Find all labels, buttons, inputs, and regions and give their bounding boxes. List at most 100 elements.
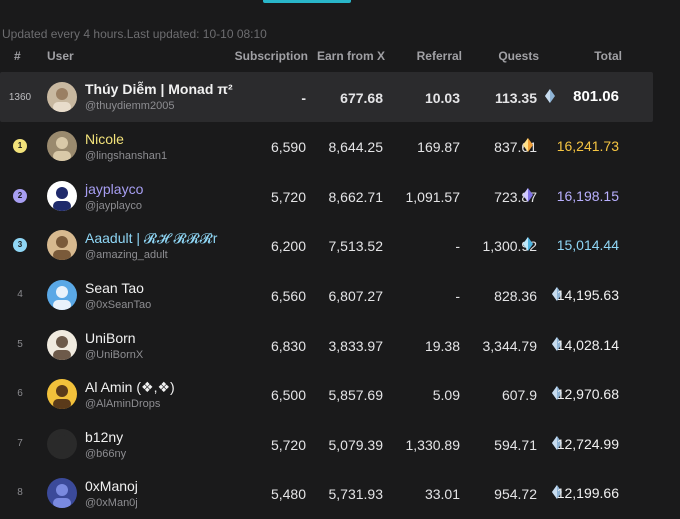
earn-value: 5,731.93	[328, 486, 384, 502]
col-total[interactable]: Total	[594, 49, 622, 63]
subscription-value: 6,830	[270, 338, 306, 354]
referral-value: 10.03	[424, 90, 460, 106]
earn-value: 5,079.39	[328, 437, 384, 453]
update-note: Updated every 4 hours.Last updated: 10-1…	[2, 27, 267, 41]
referral-value: -	[455, 238, 460, 254]
col-subscription[interactable]: Subscription	[235, 49, 308, 63]
total-value: 16,198.15	[556, 188, 619, 204]
total-value: 801.06	[573, 88, 619, 105]
earn-value: 3,833.97	[328, 338, 384, 354]
total-value: 14,195.63	[556, 287, 619, 303]
user-handle: @UniBornX	[85, 349, 144, 361]
earn-value: 6,807.27	[328, 288, 384, 304]
total-value: 12,724.99	[556, 436, 619, 452]
referral-value: 33.01	[424, 486, 460, 502]
user-name[interactable]: Nicole	[85, 131, 124, 147]
referral-value: -	[455, 288, 460, 304]
quests-value: 3,344.79	[482, 338, 538, 354]
table-row[interactable]: 2 jayplayco @jayplayco 5,720 8,662.71 1,…	[0, 172, 653, 222]
col-rank: #	[14, 49, 21, 63]
subscription-value: 6,200	[270, 238, 306, 254]
user-handle: @AlAminDrops	[85, 398, 161, 410]
earn-value: 7,513.52	[328, 238, 384, 254]
total-value: 12,970.68	[556, 386, 619, 402]
user-name[interactable]: Thúy Diễm | Monad π²	[85, 81, 233, 97]
avatar[interactable]	[47, 131, 77, 161]
user-handle: @jayplayco	[85, 200, 143, 212]
avatar[interactable]	[47, 478, 77, 508]
user-handle: @b66ny	[85, 448, 127, 460]
table-row[interactable]: 6 Al Amin (❖,❖) @AlAminDrops 6,500 5,857…	[0, 370, 653, 420]
col-quests[interactable]: Quests	[498, 49, 539, 63]
subscription-value: 6,560	[270, 288, 306, 304]
total-value: 16,241.73	[556, 138, 619, 154]
user-handle: @lingshanshan1	[85, 150, 168, 162]
user-handle: @0xSeanTao	[85, 299, 152, 311]
user-name[interactable]: Sean Tao	[85, 280, 144, 296]
quests-value: 954.72	[494, 486, 537, 502]
current-user-row[interactable]: 1360 Thúy Diễm | Monad π² @thuydiemm2005…	[0, 72, 653, 122]
quests-value: 113.35	[494, 90, 537, 106]
total-value: 12,199.66	[556, 485, 619, 501]
diamond-icon	[545, 89, 555, 103]
rank-label: 1360	[8, 92, 32, 103]
rank-label: 5	[17, 339, 23, 350]
earn-value: 8,644.25	[328, 139, 384, 155]
table-row[interactable]: 4 Sean Tao @0xSeanTao 6,560 6,807.27 - 8…	[0, 271, 653, 321]
subscription-value: 5,720	[270, 189, 306, 205]
quests-value: 828.36	[494, 288, 537, 304]
rank-badge: 2	[13, 189, 27, 203]
referral-value: 19.38	[424, 338, 460, 354]
user-name[interactable]: Aaadult | 𝓡𝓗 𝓡𝓡𝓡r	[85, 230, 217, 247]
table-row[interactable]: 3 Aaadult | 𝓡𝓗 𝓡𝓡𝓡r @amazing_adult 6,200…	[0, 221, 653, 271]
rank-label: 7	[17, 438, 23, 449]
diamond-icon	[523, 188, 533, 202]
subscription-value: 5,720	[270, 437, 306, 453]
rank-label: 8	[17, 487, 23, 498]
total-value: 14,028.14	[556, 337, 619, 353]
table-row[interactable]: 8 0xManoj @0xMan0j 5,480 5,731.93 33.01 …	[0, 469, 653, 519]
diamond-icon	[523, 138, 533, 152]
active-tab-indicator	[263, 0, 351, 3]
avatar[interactable]	[47, 330, 77, 360]
col-user: User	[47, 49, 74, 63]
avatar[interactable]	[47, 181, 77, 211]
user-name[interactable]: Al Amin (❖,❖)	[85, 379, 175, 396]
table-row[interactable]: 1 Nicole @lingshanshan1 6,590 8,644.25 1…	[0, 122, 653, 172]
table-header: # User Subscription Earn from X Referral…	[0, 49, 655, 67]
subscription-value: 6,500	[270, 387, 306, 403]
diamond-icon	[523, 237, 533, 251]
user-handle: @0xMan0j	[85, 497, 138, 509]
subscription-value: -	[301, 90, 306, 106]
subscription-value: 5,480	[270, 486, 306, 502]
avatar[interactable]	[47, 429, 77, 459]
user-name[interactable]: b12ny	[85, 429, 123, 445]
rank-label: 6	[17, 388, 23, 399]
avatar[interactable]	[47, 379, 77, 409]
quests-value: 607.9	[501, 387, 537, 403]
user-name[interactable]: UniBorn	[85, 330, 136, 346]
table-row[interactable]: 7 b12ny @b66ny 5,720 5,079.39 1,330.89 5…	[0, 420, 653, 470]
col-earn[interactable]: Earn from X	[317, 49, 385, 63]
referral-value: 1,091.57	[405, 189, 461, 205]
avatar[interactable]	[47, 280, 77, 310]
rank-label: 4	[17, 289, 23, 300]
earn-value: 8,662.71	[328, 189, 384, 205]
referral-value: 5.09	[432, 387, 460, 403]
avatar[interactable]	[47, 82, 77, 112]
user-name[interactable]: jayplayco	[85, 181, 143, 197]
earn-value: 5,857.69	[328, 387, 384, 403]
rank-badge: 1	[13, 139, 27, 153]
total-value: 15,014.44	[556, 237, 619, 253]
user-handle: @amazing_adult	[85, 249, 168, 261]
earn-value: 677.68	[340, 90, 383, 106]
table-row[interactable]: 5 UniBorn @UniBornX 6,830 3,833.97 19.38…	[0, 321, 653, 371]
user-name[interactable]: 0xManoj	[85, 478, 138, 494]
avatar[interactable]	[47, 230, 77, 260]
referral-value: 169.87	[417, 139, 460, 155]
quests-value: 594.71	[494, 437, 537, 453]
user-handle: @thuydiemm2005	[85, 100, 175, 112]
referral-value: 1,330.89	[405, 437, 461, 453]
col-referral[interactable]: Referral	[417, 49, 462, 63]
subscription-value: 6,590	[270, 139, 306, 155]
